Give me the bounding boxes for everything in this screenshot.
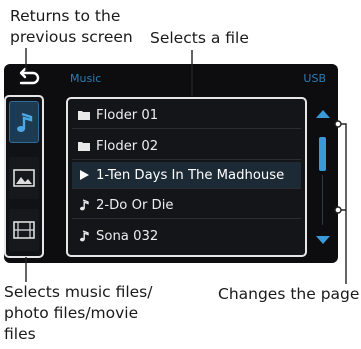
- callout-lines: [25, 48, 347, 284]
